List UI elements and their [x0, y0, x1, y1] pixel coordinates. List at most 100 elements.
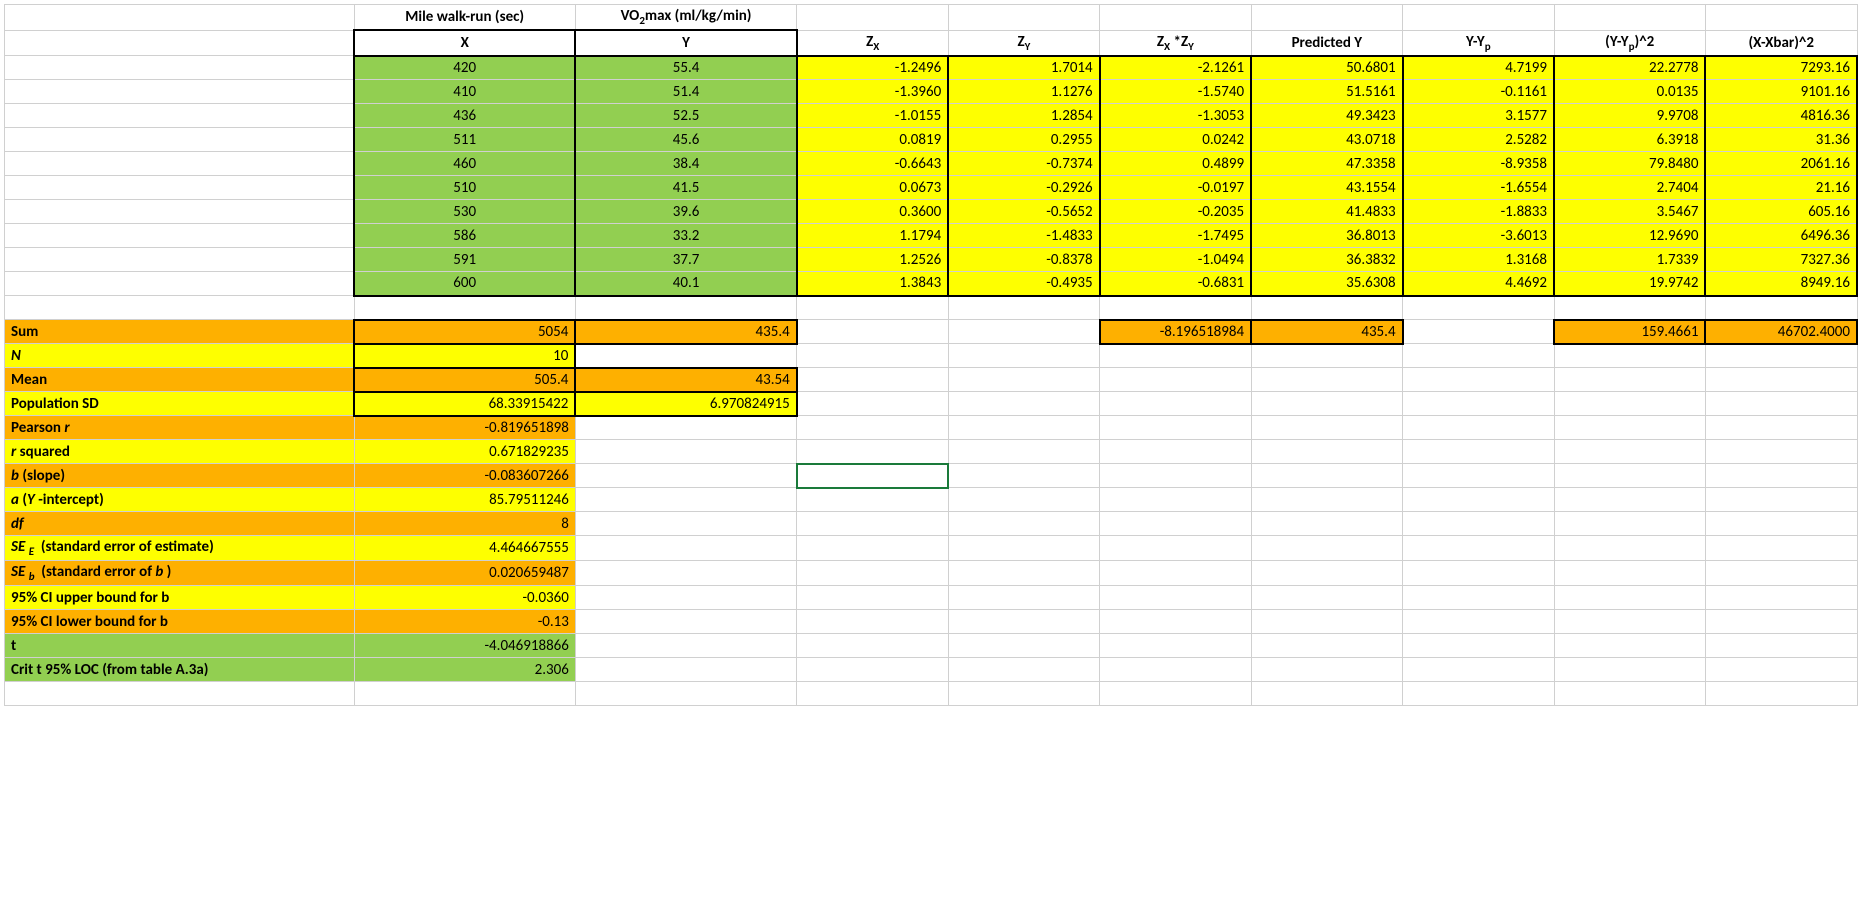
cell-predy: 36.8013: [1251, 224, 1402, 248]
cell-yyp2: 0.0135: [1554, 80, 1705, 104]
cell-predy: 43.1554: [1251, 176, 1402, 200]
cell-y: 40.1: [575, 272, 796, 296]
hdr-zxzy: ZX *ZY: [1100, 30, 1251, 56]
cell-xxbar: 7327.36: [1705, 248, 1857, 272]
cell-predy: 50.6801: [1251, 56, 1402, 80]
cell-zxzy: 0.0242: [1100, 128, 1251, 152]
sum-y: 435.4: [575, 320, 796, 344]
cell-yyp2: 1.7339: [1554, 248, 1705, 272]
cell-zy: -0.7374: [948, 152, 1099, 176]
hdr-xxbar: (X-Xbar)^2: [1705, 30, 1857, 56]
cell-zy: -0.8378: [948, 248, 1099, 272]
hdr-vo2max: VO2max (ml/kg/min): [575, 5, 796, 31]
cell-x: 530: [354, 200, 575, 224]
cell-xxbar: 4816.36: [1705, 104, 1857, 128]
cell-zx: -1.3960: [797, 80, 948, 104]
cell-y: 45.6: [575, 128, 796, 152]
cell-xxbar: 6496.36: [1705, 224, 1857, 248]
stat-label: Mean: [5, 368, 355, 392]
cell-predy: 49.3423: [1251, 104, 1402, 128]
cell-yyp: 4.7199: [1403, 56, 1554, 80]
hdr-y: Y: [575, 30, 796, 56]
cell-predy: 41.4833: [1251, 200, 1402, 224]
stat-x: 85.79511246: [354, 488, 575, 512]
cell-zy: -0.4935: [948, 272, 1099, 296]
cell-predy: 36.3832: [1251, 248, 1402, 272]
cell-zy: 0.2955: [948, 128, 1099, 152]
stat-x: 68.33915422: [354, 392, 575, 416]
regression-table: Mile walk-run (sec)VO2max (ml/kg/min)XYZ…: [4, 4, 1858, 706]
cell-zx: -0.6643: [797, 152, 948, 176]
stat-x: 0.020659487: [354, 561, 575, 586]
cell-predy: 47.3358: [1251, 152, 1402, 176]
cell-zxzy: -2.1261: [1100, 56, 1251, 80]
cell-x: 511: [354, 128, 575, 152]
cell-zxzy: 0.4899: [1100, 152, 1251, 176]
stat-x: -0.819651898: [354, 416, 575, 440]
stat-label: b (slope): [5, 464, 355, 488]
cell-yyp2: 79.8480: [1554, 152, 1705, 176]
cell-zx: 0.0673: [797, 176, 948, 200]
cell-y: 41.5: [575, 176, 796, 200]
cell-yyp2: 3.5467: [1554, 200, 1705, 224]
cell-zx: 1.1794: [797, 224, 948, 248]
cell-yyp: -0.1161: [1403, 80, 1554, 104]
cell-xxbar: 2061.16: [1705, 152, 1857, 176]
stat-x: 0.671829235: [354, 440, 575, 464]
cell-x: 436: [354, 104, 575, 128]
stat-label: Population SD: [5, 392, 355, 416]
cell-yyp: 1.3168: [1403, 248, 1554, 272]
cell-zxzy: -1.5740: [1100, 80, 1251, 104]
sum-zxzy: -8.196518984: [1100, 320, 1251, 344]
hdr-yyp2: (Y-Yp)^2: [1554, 30, 1705, 56]
cell-zy: 1.2854: [948, 104, 1099, 128]
stat-x: 4.464667555: [354, 536, 575, 561]
stat-label: SE E (standard error of estimate): [5, 536, 355, 561]
cell-zy: -0.5652: [948, 200, 1099, 224]
lab-sum: Sum: [5, 320, 355, 344]
cell-zxzy: -0.0197: [1100, 176, 1251, 200]
stat-x: -0.083607266: [354, 464, 575, 488]
cell-y: 55.4: [575, 56, 796, 80]
stat-y: 43.54: [575, 368, 796, 392]
stat-label: Pearson r: [5, 416, 355, 440]
cell-zxzy: -0.2035: [1100, 200, 1251, 224]
cell-zy: 1.7014: [948, 56, 1099, 80]
stat-label: 95% CI upper bound for b: [5, 586, 355, 610]
cell-xxbar: 31.36: [1705, 128, 1857, 152]
stat-x: 505.4: [354, 368, 575, 392]
cell-x: 510: [354, 176, 575, 200]
cell-yyp: -3.6013: [1403, 224, 1554, 248]
hdr-zx: ZX: [797, 30, 948, 56]
hdr-zy: ZY: [948, 30, 1099, 56]
stat-x: -4.046918866: [354, 634, 575, 658]
stat-label: Crit t 95% LOC (from table A.3a): [5, 658, 355, 682]
cell-yyp2: 22.2778: [1554, 56, 1705, 80]
stat-label: r squared: [5, 440, 355, 464]
cell-y: 33.2: [575, 224, 796, 248]
cell-y: 51.4: [575, 80, 796, 104]
cell-predy: 35.6308: [1251, 272, 1402, 296]
stat-label: t: [5, 634, 355, 658]
cell-zx: 0.3600: [797, 200, 948, 224]
cell-zx: -1.0155: [797, 104, 948, 128]
cell-zy: -0.2926: [948, 176, 1099, 200]
cell-zxzy: -1.3053: [1100, 104, 1251, 128]
cell-zxzy: -0.6831: [1100, 272, 1251, 296]
cell-x: 600: [354, 272, 575, 296]
cell-xxbar: 8949.16: [1705, 272, 1857, 296]
sum-x: 5054: [354, 320, 575, 344]
cell-x: 586: [354, 224, 575, 248]
cell-yyp: -1.8833: [1403, 200, 1554, 224]
stat-label: a (Y -intercept): [5, 488, 355, 512]
cell-xxbar: 7293.16: [1705, 56, 1857, 80]
stat-label: SE b (standard error of b ): [5, 561, 355, 586]
cell-zxzy: -1.0494: [1100, 248, 1251, 272]
hdr-milewalk: Mile walk-run (sec): [354, 5, 575, 31]
cell-yyp: 2.5282: [1403, 128, 1554, 152]
cell-zx: 1.3843: [797, 272, 948, 296]
cell-yyp2: 6.3918: [1554, 128, 1705, 152]
cell-zy: 1.1276: [948, 80, 1099, 104]
cell-y: 38.4: [575, 152, 796, 176]
cell-x: 591: [354, 248, 575, 272]
